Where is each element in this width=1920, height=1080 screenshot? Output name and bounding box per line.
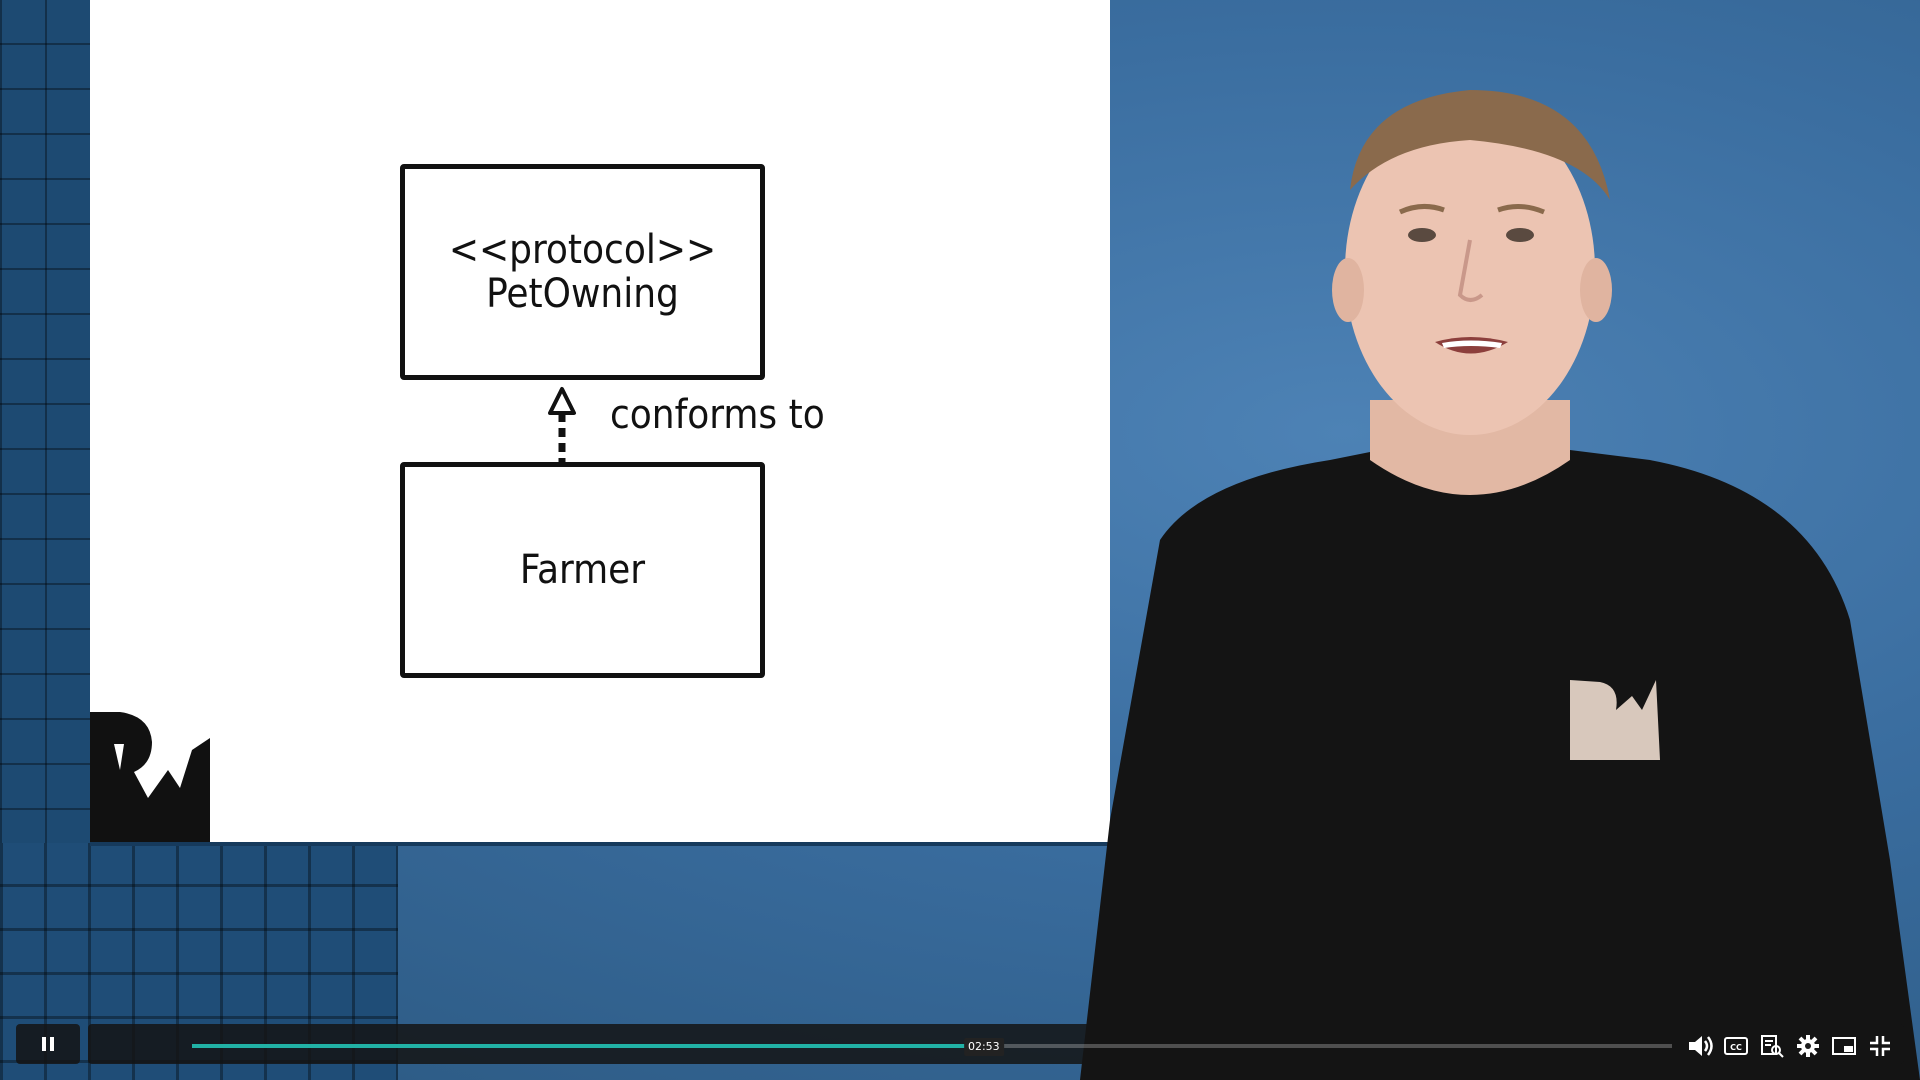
- exit-fullscreen-icon: [1870, 1036, 1890, 1056]
- farmer-name: Farmer: [519, 547, 646, 593]
- relationship-label: conforms to: [610, 392, 825, 438]
- captions-button[interactable]: CC: [1722, 1032, 1750, 1060]
- progress-bar[interactable]: 02:53: [192, 1038, 1672, 1056]
- pause-icon: [42, 1037, 54, 1051]
- transcript-icon: [1761, 1035, 1784, 1058]
- uml-farmer-box: Farmer: [400, 462, 765, 678]
- volume-icon: [1689, 1036, 1713, 1056]
- picture-in-picture-button[interactable]: [1830, 1032, 1858, 1060]
- gear-icon: [1797, 1035, 1819, 1057]
- lecture-slide: <<protocol>> PetOwning conforms to Farme…: [90, 0, 1110, 842]
- current-time-tooltip: 02:53: [963, 1038, 1004, 1056]
- settings-button[interactable]: [1794, 1032, 1822, 1060]
- presenter-video: [1080, 90, 1920, 1080]
- conformance-arrow: [548, 387, 576, 463]
- exit-fullscreen-button[interactable]: [1866, 1032, 1894, 1060]
- picture-in-picture-icon: [1832, 1037, 1856, 1055]
- control-bar: 02:53 CC: [88, 1024, 1904, 1064]
- video-player-controls: 02:53 CC: [0, 1022, 1920, 1070]
- rw-logo: [90, 712, 210, 842]
- uml-protocol-box: <<protocol>> PetOwning: [400, 164, 765, 380]
- transcript-button[interactable]: [1758, 1032, 1786, 1060]
- svg-text:CC: CC: [1730, 1043, 1742, 1052]
- progress-fill: [192, 1044, 984, 1048]
- protocol-stereotype: <<protocol>>: [448, 227, 717, 273]
- cc-icon: CC: [1724, 1037, 1748, 1055]
- pause-button[interactable]: [16, 1024, 80, 1064]
- volume-button[interactable]: [1686, 1032, 1714, 1060]
- protocol-name: PetOwning: [486, 271, 679, 317]
